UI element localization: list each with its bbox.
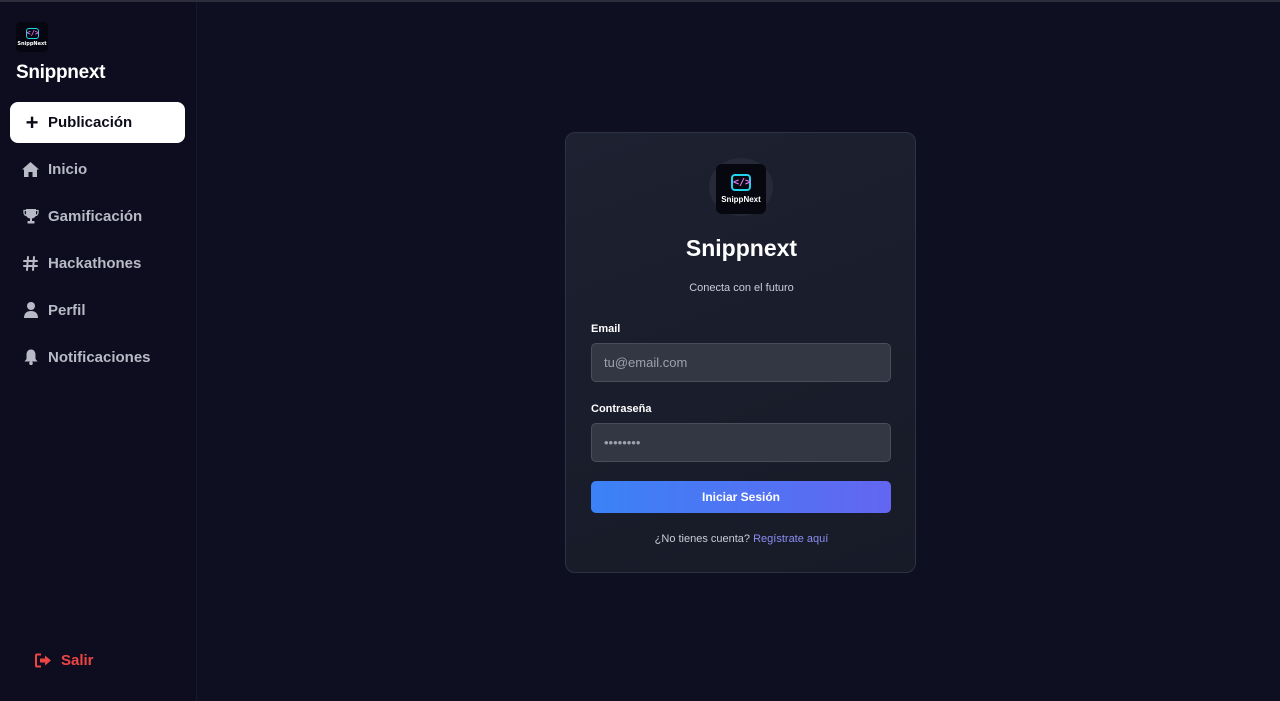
login-logo: </> SnippNext <box>716 164 766 214</box>
login-logo-text: SnippNext <box>721 195 761 204</box>
new-post-label: Publicación <box>48 114 133 131</box>
signup-question: ¿No tienes cuenta? <box>654 533 751 545</box>
sidebar-item-label: Notificaciones <box>48 348 151 366</box>
logout-label: Salir <box>61 652 94 669</box>
sidebar-item-label: Inicio <box>48 160 88 178</box>
login-card: </> SnippNext Snippnext Conecta con el f… <box>565 132 916 573</box>
logout-button[interactable]: Salir <box>35 652 94 669</box>
new-post-button[interactable]: + Publicación <box>10 102 185 143</box>
password-label: Contraseña <box>591 403 652 415</box>
brand-name: Snippnext <box>16 62 106 83</box>
bell-icon <box>22 349 39 366</box>
sidebar-item-gamificacion[interactable]: Gamificación <box>10 198 185 234</box>
code-icon: </> <box>25 27 40 39</box>
login-button[interactable]: Iniciar Sesión <box>591 481 891 513</box>
sidebar-item-label: Gamificación <box>48 207 143 225</box>
email-field[interactable] <box>591 343 891 382</box>
user-icon <box>22 302 39 319</box>
sidebar-item-perfil[interactable]: Perfil <box>10 292 185 328</box>
hashtag-icon <box>22 255 39 272</box>
sidebar-item-notificaciones[interactable]: Notificaciones <box>10 339 185 375</box>
brand-logo-text: SnippNext <box>17 40 47 47</box>
plus-icon: + <box>25 109 39 135</box>
signup-link[interactable]: Regístrate aquí <box>753 533 828 545</box>
email-label: Email <box>591 323 621 335</box>
password-field[interactable] <box>591 423 891 462</box>
sidebar-item-label: Perfil <box>48 301 86 319</box>
sidebar-item-hackathones[interactable]: Hackathones <box>10 245 185 281</box>
sign-out-icon <box>35 653 52 668</box>
trophy-icon <box>22 208 39 225</box>
login-title: Snippnext <box>685 235 798 261</box>
brand-logo: </> SnippNext <box>16 22 48 52</box>
home-icon <box>22 161 39 178</box>
sidebar-item-label: Hackathones <box>48 254 142 272</box>
sidebar-item-inicio[interactable]: Inicio <box>10 151 185 187</box>
code-icon: </> <box>731 174 751 191</box>
login-subtitle: Conecta con el futuro <box>689 282 794 294</box>
sidebar: </> SnippNext Snippnext + Publicación In… <box>0 2 197 701</box>
signup-prompt: ¿No tienes cuenta? Regístrate aquí <box>566 533 917 545</box>
